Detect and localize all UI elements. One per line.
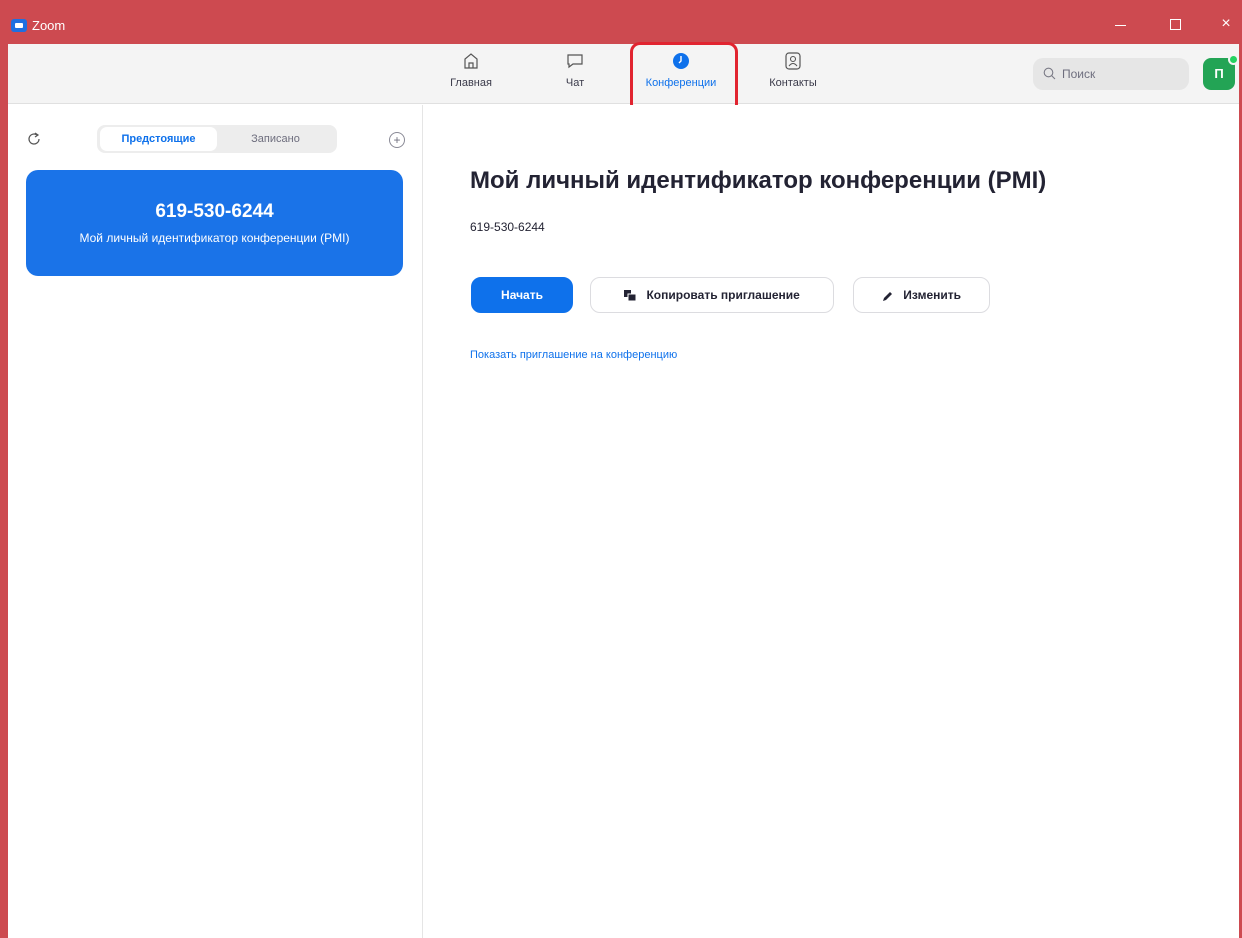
refresh-icon[interactable]	[26, 131, 42, 147]
contacts-icon	[785, 52, 801, 70]
home-icon	[464, 53, 478, 69]
search-icon	[1043, 67, 1056, 80]
search-input[interactable]: Поиск	[1033, 58, 1189, 90]
close-button[interactable]: ×	[1216, 14, 1236, 34]
tab-chat-label: Чат	[565, 77, 585, 89]
tab-contacts[interactable]: Контакты	[762, 52, 824, 100]
top-navigation: Главная Чат Конференции Контакты Поиск П	[8, 42, 1239, 114]
highlight-annotation	[630, 42, 738, 114]
copy-invitation-label: Копировать приглашение	[646, 288, 800, 302]
zoom-window: Zoom × Главная Чат Конференции Контакты …	[0, 0, 1242, 938]
copy-icon	[624, 289, 637, 302]
maximize-button[interactable]	[1165, 14, 1185, 34]
start-button[interactable]: Начать	[471, 277, 573, 313]
segment-recorded[interactable]: Записано	[217, 127, 334, 151]
title-bar: Zoom ×	[0, 0, 1242, 44]
online-status-dot	[1228, 54, 1239, 65]
zoom-logo-icon	[11, 19, 27, 32]
pencil-icon	[882, 291, 892, 301]
segment-upcoming[interactable]: Предстоящие	[100, 127, 217, 151]
meetings-sidebar: Предстоящие Записано + 619-530-6244 Мой …	[8, 105, 423, 938]
chat-icon	[567, 54, 583, 69]
meetings-segment-control: Предстоящие Записано	[97, 125, 337, 153]
card-subtitle: Мой личный идентификатор конференции (PM…	[79, 231, 350, 245]
window-title: Zoom	[32, 18, 66, 33]
edit-button-label: Изменить	[903, 288, 962, 302]
pmi-meeting-card[interactable]: 619-530-6244 Мой личный идентификатор ко…	[26, 170, 403, 276]
tab-contacts-label: Контакты	[769, 77, 817, 89]
tab-chat[interactable]: Чат	[560, 52, 590, 100]
start-button-label: Начать	[501, 288, 543, 302]
avatar[interactable]: П	[1203, 54, 1239, 90]
add-meeting-button[interactable]: +	[389, 132, 405, 148]
copy-invitation-button[interactable]: Копировать приглашение	[590, 277, 834, 313]
search-placeholder: Поиск	[1062, 67, 1096, 81]
edit-button[interactable]: Изменить	[853, 277, 990, 313]
minimize-button[interactable]	[1111, 14, 1131, 34]
tab-home-label: Главная	[450, 77, 492, 89]
meeting-details: Мой личный идентификатор конференции (PM…	[424, 105, 1239, 938]
show-invitation-link[interactable]: Показать приглашение на конференцию	[470, 349, 677, 361]
card-meeting-id: 619-530-6244	[155, 201, 274, 222]
tab-home[interactable]: Главная	[448, 52, 494, 100]
meeting-id-text: 619-530-6244	[470, 220, 545, 234]
avatar-initials: П	[1214, 66, 1224, 81]
page-title: Мой личный идентификатор конференции (PM…	[470, 167, 1047, 194]
